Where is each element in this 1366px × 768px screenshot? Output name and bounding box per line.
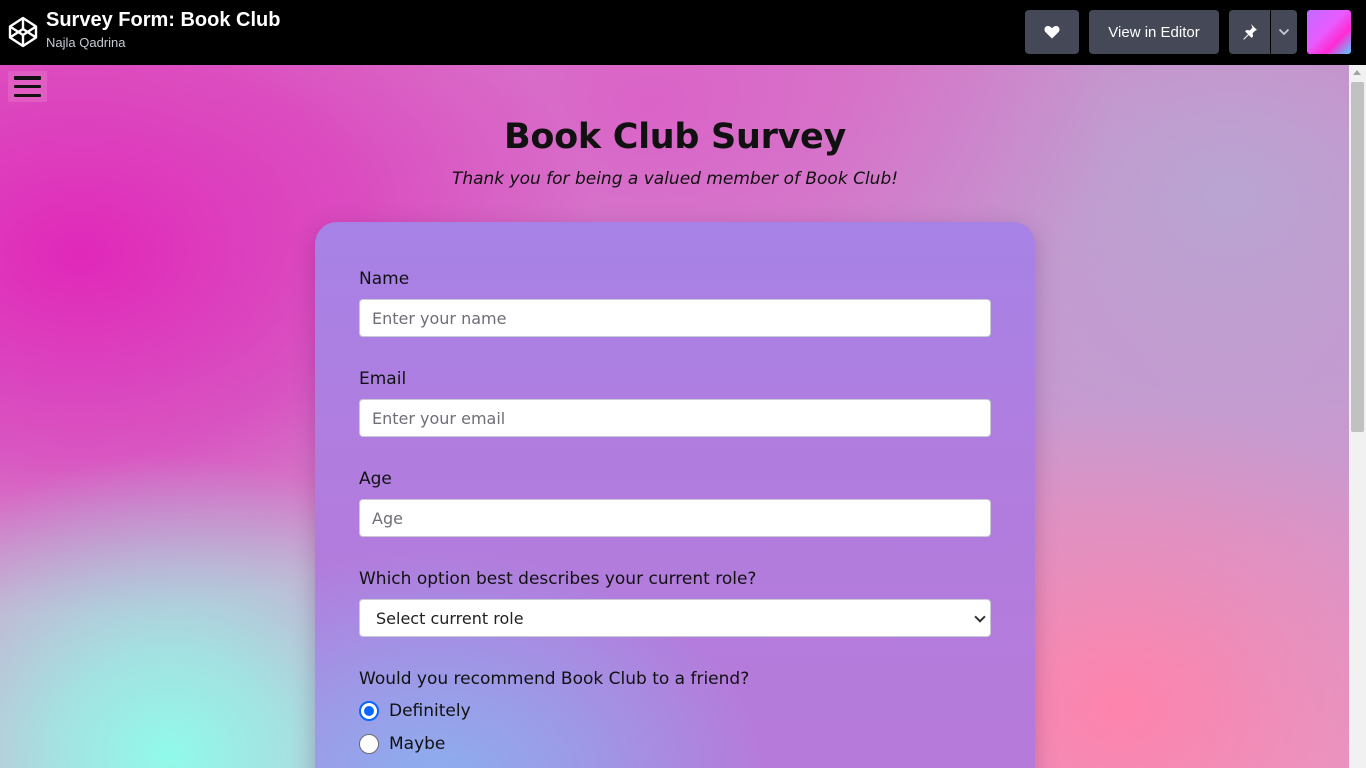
radio-option-maybe[interactable]: Maybe — [359, 734, 445, 754]
age-input[interactable] — [359, 499, 991, 537]
avatar[interactable] — [1307, 10, 1351, 54]
menu-line — [14, 93, 41, 97]
page-title: Book Club Survey — [503, 117, 847, 157]
pen-title: Survey Form: Book Club — [46, 9, 281, 31]
pin-icon — [1242, 24, 1257, 40]
scroll-up-arrow-icon[interactable] — [1353, 70, 1361, 75]
radio-label: Definitely — [389, 701, 471, 721]
menu-line — [14, 76, 41, 80]
vertical-scrollbar[interactable] — [1349, 65, 1366, 768]
role-select-value: Select current role — [376, 608, 524, 628]
chevron-down-icon — [974, 611, 986, 623]
email-label: Email — [359, 369, 407, 389]
like-button[interactable] — [1025, 10, 1079, 54]
survey-form: Name Email Age Which option best describ… — [315, 222, 1035, 768]
age-label: Age — [359, 469, 392, 489]
radio-button[interactable] — [359, 734, 379, 754]
radio-button-checked[interactable] — [359, 701, 379, 721]
chevron-down-icon — [1278, 28, 1290, 36]
recommend-question: Would you recommend Book Club to a frien… — [359, 669, 750, 689]
preview-area: Book Club Survey Thank you for being a v… — [0, 65, 1366, 768]
menu-line — [14, 84, 41, 89]
name-input[interactable] — [359, 299, 991, 337]
pen-author[interactable]: Najla Qadrina — [46, 35, 126, 50]
scrollbar-thumb[interactable] — [1351, 82, 1364, 432]
pin-dropdown-button[interactable] — [1271, 10, 1297, 54]
codepen-logo-icon[interactable] — [8, 16, 38, 48]
name-label: Name — [359, 269, 410, 289]
page-subtitle: Thank you for being a valued member of B… — [451, 169, 899, 189]
heart-icon — [1044, 25, 1060, 39]
hamburger-menu-icon[interactable] — [8, 71, 47, 102]
role-select[interactable]: Select current role — [359, 599, 991, 637]
view-in-editor-button[interactable]: View in Editor — [1089, 10, 1219, 54]
pin-button[interactable] — [1229, 10, 1270, 54]
role-label: Which option best describes your current… — [359, 569, 757, 589]
radio-option-definitely[interactable]: Definitely — [359, 701, 471, 721]
email-input[interactable] — [359, 399, 991, 437]
radio-label: Maybe — [389, 734, 446, 754]
top-bar: Survey Form: Book Club Najla Qadrina Vie… — [0, 0, 1366, 65]
